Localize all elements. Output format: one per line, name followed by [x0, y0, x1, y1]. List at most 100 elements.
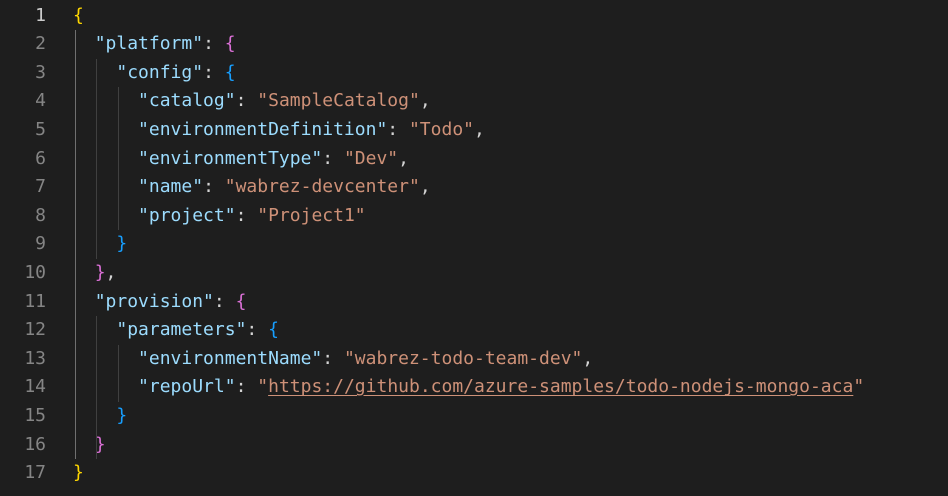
code-line[interactable]: 13 "environmentName": "wabrez-todo-team-…: [0, 345, 948, 374]
line-number: 16: [24, 433, 46, 455]
code-content: }: [73, 459, 84, 488]
code-token: :: [235, 376, 258, 398]
code-content: "repoUrl": "https://github.com/azure-sam…: [73, 373, 864, 402]
code-line[interactable]: 14 "repoUrl": "https://github.com/azure-…: [0, 373, 948, 402]
indent-guide: [117, 87, 119, 231]
code-content: }: [73, 431, 106, 460]
url-link[interactable]: https://github.com/azure-samples/todo-no…: [268, 376, 853, 397]
code-token: :: [203, 33, 225, 55]
line-number: 6: [35, 147, 46, 169]
indent-guide: [74, 30, 76, 460]
code-token: ,: [105, 261, 117, 283]
line-number: 14: [24, 376, 46, 398]
code-line[interactable]: 7 "name": "wabrez-devcenter",: [0, 173, 948, 202]
code-content: }: [73, 230, 127, 259]
code-token: {: [235, 290, 247, 312]
code-token: :: [203, 61, 225, 83]
code-token: "environmentDefinition": [138, 118, 388, 140]
code-line[interactable]: 12 "parameters": {: [0, 316, 948, 345]
code-line[interactable]: 6 "environmentType": "Dev",: [0, 145, 948, 174]
code-token: :: [387, 118, 409, 140]
line-number: 4: [35, 90, 46, 112]
code-token: "provision": [94, 290, 214, 312]
code-token: {: [73, 4, 84, 26]
code-token: "environmentName": [138, 347, 323, 369]
line-number: 11: [24, 290, 46, 312]
line-number: 5: [35, 118, 46, 140]
code-line[interactable]: 17}: [0, 459, 948, 488]
code-content: "project": "Project1": [73, 202, 366, 231]
code-token: "Dev": [343, 147, 399, 169]
line-number: 15: [24, 404, 46, 426]
code-content: "config": {: [73, 59, 236, 88]
line-number: 12: [24, 319, 46, 341]
code-content: },: [73, 259, 117, 288]
indent-guide: [96, 58, 98, 259]
code-token: }: [116, 404, 128, 426]
code-token: ,: [474, 118, 485, 140]
code-line[interactable]: 1{: [0, 2, 948, 31]
code-token: "catalog": [138, 90, 236, 112]
code-token: }: [94, 261, 106, 283]
indent-guide: [96, 316, 98, 460]
line-number: 7: [35, 176, 46, 198]
code-content: "provision": {: [73, 288, 247, 317]
code-token: "wabrez-todo-team-dev": [343, 347, 583, 369]
code-line[interactable]: 9 }: [0, 230, 948, 259]
code-token: "environmentType": [138, 147, 323, 169]
code-token: {: [268, 319, 279, 341]
code-line[interactable]: 3 "config": {: [0, 59, 948, 88]
code-content: }: [73, 402, 127, 431]
line-number: 3: [35, 61, 46, 83]
code-line[interactable]: 4 "catalog": "SampleCatalog",: [0, 87, 948, 116]
code-token: :: [235, 204, 258, 226]
code-token: "wabrez-devcenter": [224, 176, 420, 198]
code-token: :: [235, 90, 258, 112]
code-token: "parameters": [116, 319, 247, 341]
code-content: "environmentDefinition": "Todo",: [73, 116, 485, 145]
code-line[interactable]: 15 }: [0, 402, 948, 431]
code-token: ": [853, 376, 865, 398]
code-token: :: [322, 347, 344, 369]
code-content: "environmentType": "Dev",: [73, 145, 409, 174]
code-token: }: [73, 462, 84, 484]
line-number: 10: [24, 261, 46, 283]
code-token: ": [257, 376, 269, 398]
code-content: "name": "wabrez-devcenter",: [73, 173, 431, 202]
code-line[interactable]: 10 },: [0, 259, 948, 288]
code-token: "repoUrl": [138, 376, 236, 398]
code-line[interactable]: 8 "project": "Project1": [0, 202, 948, 231]
code-token: :: [203, 176, 225, 198]
code-content: "parameters": {: [73, 316, 279, 345]
code-token: ,: [419, 90, 431, 112]
code-line[interactable]: 11 "provision": {: [0, 288, 948, 317]
code-line[interactable]: 16 }: [0, 431, 948, 460]
code-token: "SampleCatalog": [257, 90, 420, 112]
code-line[interactable]: 5 "environmentDefinition": "Todo",: [0, 116, 948, 145]
line-number: 13: [24, 347, 46, 369]
line-number: 2: [35, 33, 46, 55]
code-editor[interactable]: 1{2 "platform": {3 "config": {4 "catalog…: [0, 0, 948, 496]
code-content: {: [73, 2, 84, 31]
code-token: :: [322, 147, 344, 169]
code-token: {: [224, 61, 236, 83]
indent-guide: [117, 344, 119, 402]
code-line[interactable]: 2 "platform": {: [0, 30, 948, 59]
code-token: "platform": [94, 33, 204, 55]
code-content: "platform": {: [73, 30, 236, 59]
